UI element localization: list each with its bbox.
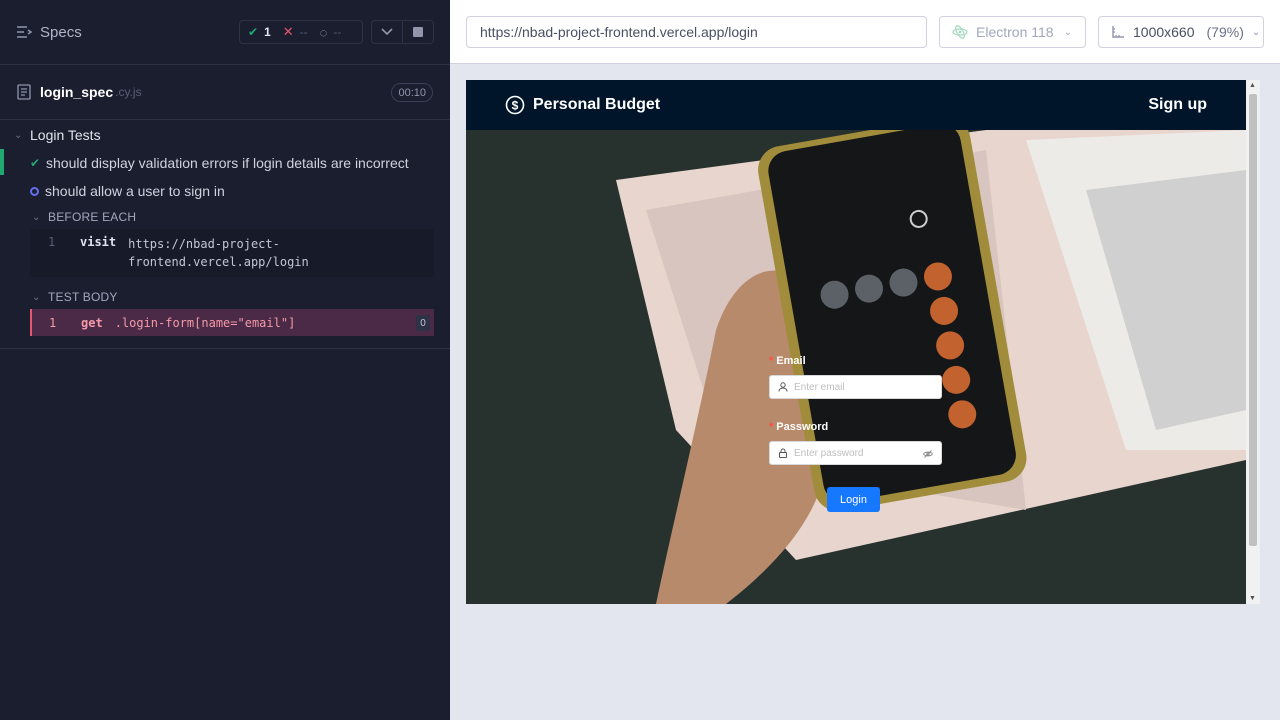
eye-invisible-icon[interactable] — [923, 449, 933, 459]
electron-icon — [952, 25, 968, 39]
chevron-down-icon: ⌄ — [1063, 26, 1072, 38]
hook-title: TEST BODY — [48, 290, 118, 304]
command-message: .login-form[name="email"] — [114, 315, 296, 330]
aut-header: https://nbad-project-frontend.vercel.app… — [450, 0, 1280, 64]
app-navbar: $ Personal Budget Sign up — [466, 80, 1246, 130]
reporter-panel: Specs ✔ 1 ✕ -- ◌ -- login_spec .cy.js 00… — [0, 0, 450, 720]
pending-icon: ◌ — [319, 24, 328, 40]
password-placeholder: Enter password — [794, 447, 864, 459]
test-item[interactable]: ✔ should display validation errors if lo… — [0, 149, 450, 177]
element-count-badge: 0 — [416, 315, 430, 331]
hook-title-row[interactable]: ⌄ TEST BODY — [0, 285, 450, 309]
viewport-scale: (79%) — [1206, 24, 1244, 40]
passed-stat: ✔ 1 — [248, 25, 271, 39]
login-button[interactable]: Login — [827, 487, 880, 512]
spec-file-row[interactable]: login_spec .cy.js 00:10 — [0, 65, 450, 120]
chevron-down-icon: ⌄ — [32, 291, 41, 303]
stop-button[interactable] — [402, 20, 434, 44]
viewport-info[interactable]: 1000x660 (79%) ⌄ — [1098, 16, 1264, 48]
collapse-all-button[interactable] — [371, 20, 403, 44]
password-label-row: * Password — [769, 419, 945, 435]
stop-icon — [413, 27, 423, 37]
chevron-down-icon: ⌄ — [14, 129, 23, 141]
check-icon: ✔ — [30, 156, 41, 170]
command-name: visit — [80, 235, 117, 249]
chevron-down-icon: ⌄ — [1251, 26, 1261, 38]
app-preview: $ Personal Budget Sign up * Email Enter … — [466, 80, 1260, 604]
login-form: * Email Enter email * Password Enter pas… — [769, 353, 945, 512]
browser-name: Electron 118 — [976, 24, 1054, 40]
required-mark: * — [769, 421, 774, 433]
email-label-row: * Email — [769, 353, 945, 369]
test-item[interactable]: should allow a user to sign in — [0, 177, 450, 205]
spec-name: login_spec — [40, 84, 114, 100]
command-name: get — [81, 315, 103, 330]
x-icon: ✕ — [282, 24, 294, 39]
test-title: should display validation errors if logi… — [46, 155, 409, 171]
passed-count: 1 — [264, 25, 271, 39]
browser-selector[interactable]: Electron 118 ⌄ — [939, 16, 1086, 48]
spec-extension: .cy.js — [115, 85, 142, 99]
suite-title: Login Tests — [30, 127, 101, 143]
hero-background-image: * Email Enter email * Password Enter pas… — [466, 130, 1246, 604]
required-mark: * — [769, 355, 774, 367]
chevron-down-icon: ⌄ — [32, 211, 41, 223]
scroll-up-icon[interactable]: ▲ — [1249, 82, 1256, 89]
scrollbar[interactable]: ▲ ▼ — [1246, 80, 1260, 604]
password-field[interactable]: Enter password — [769, 441, 942, 465]
specs-label: Specs — [40, 23, 82, 41]
signup-link[interactable]: Sign up — [1148, 96, 1207, 114]
dollar-circle-icon: $ — [505, 95, 525, 115]
viewport-size: 1000x660 — [1133, 24, 1195, 40]
command-number: 1 — [49, 315, 57, 330]
svg-text:$: $ — [512, 99, 519, 113]
check-icon: ✔ — [248, 25, 259, 39]
brand[interactable]: $ Personal Budget — [505, 95, 660, 115]
scroll-down-icon[interactable]: ▼ — [1249, 595, 1256, 602]
run-stats: ✔ 1 ✕ -- ◌ -- — [239, 20, 363, 44]
test-title: should allow a user to sign in — [45, 183, 225, 199]
specs-list-icon — [17, 26, 32, 38]
hook-title: BEFORE EACH — [48, 210, 137, 224]
ruler-icon — [1112, 26, 1124, 38]
email-label: Email — [776, 355, 806, 367]
hook-title-row[interactable]: ⌄ BEFORE EACH — [0, 205, 450, 229]
failed-count: -- — [299, 25, 308, 39]
specs-toggle-button[interactable]: Specs — [16, 24, 82, 41]
running-icon — [30, 186, 39, 196]
pending-count: -- — [333, 25, 342, 39]
lock-icon — [779, 448, 787, 458]
reporter-header: Specs ✔ 1 ✕ -- ◌ -- — [0, 0, 450, 65]
pending-stat: ◌ -- — [320, 25, 342, 40]
password-label: Password — [776, 421, 829, 433]
email-placeholder: Enter email — [794, 381, 845, 393]
spec-duration: 00:10 — [391, 83, 433, 102]
command-row[interactable]: 1 visit https://nbad-project-frontend.ve… — [30, 229, 434, 277]
command-message: https://nbad-project-frontend.vercel.app… — [128, 237, 309, 269]
email-field[interactable]: Enter email — [769, 375, 942, 399]
command-row-running[interactable]: 1 get .login-form[name="email"] 0 — [30, 309, 434, 336]
document-icon — [17, 84, 31, 100]
failed-stat: ✕ -- — [283, 24, 308, 40]
test-suite: ⌄ Login Tests ✔ should display validatio… — [0, 121, 450, 349]
scrollbar-thumb[interactable] — [1249, 94, 1257, 546]
command-number: 1 — [48, 235, 56, 249]
chevron-down-icon — [381, 28, 393, 36]
url-bar[interactable]: https://nbad-project-frontend.vercel.app… — [466, 16, 927, 48]
suite-title-row[interactable]: ⌄ Login Tests — [0, 121, 450, 149]
user-icon — [778, 382, 788, 392]
brand-name: Personal Budget — [533, 96, 661, 113]
